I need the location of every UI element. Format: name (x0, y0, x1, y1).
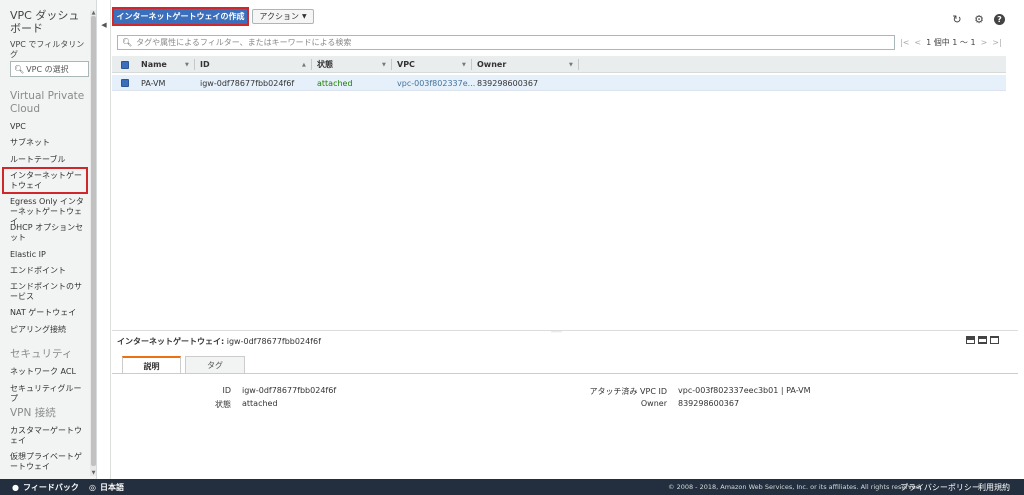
cell-state: attached (317, 78, 353, 88)
privacy-policy-link[interactable]: プライバシーポリシー (900, 479, 980, 495)
sidebar-item-virtual-private-gateway[interactable]: 仮想プライベートゲートウェイ (10, 452, 88, 472)
sidebar-scrollbar[interactable]: ▲ ▼ (90, 10, 96, 476)
divider (110, 0, 111, 479)
page-range: 1 個中 1 ～ 1 (926, 38, 976, 47)
column-header-state[interactable]: 状態 (317, 56, 333, 73)
sidebar-item-network-acl[interactable]: ネットワーク ACL (10, 367, 88, 377)
actions-label: アクション (259, 12, 299, 21)
field-value-id: igw-0df78677fbb024f6f (242, 386, 337, 395)
highlight-box (2, 167, 88, 194)
cell-id: igw-0df78677fbb024f6f (200, 78, 295, 88)
vpc-select[interactable]: 🔍︎ VPC の選択 (10, 61, 89, 77)
column-separator (578, 59, 579, 70)
layout-full-icon[interactable] (990, 336, 999, 344)
search-icon: 🔍︎ (14, 64, 25, 74)
sidebar-item-elastic-ip[interactable]: Elastic IP (10, 250, 88, 260)
detail-title: インターネットゲートウェイ: igw-0df78677fbb024f6f (117, 336, 321, 347)
column-header-name[interactable]: Name (141, 56, 167, 73)
column-header-id[interactable]: ID (200, 56, 210, 73)
sidebar-item-endpoint-service[interactable]: エンドポイントのサービス (10, 282, 88, 302)
footer: ● フィードバック ◎ 日本語 © 2008 - 2018, Amazon We… (0, 479, 1024, 495)
field-value-owner: 839298600367 (678, 399, 740, 408)
copyright-text: © 2008 - 2018, Amazon Web Services, Inc.… (668, 483, 923, 491)
field-value-state: attached (242, 399, 278, 408)
sidebar: VPC ダッシュボード VPC でフィルタリング 🔍︎ VPC の選択 Virt… (0, 0, 97, 479)
detail-title-label: インターネットゲートウェイ: (117, 337, 225, 346)
section-vpn: VPN 接続 (10, 407, 56, 419)
row-checkbox[interactable] (121, 79, 129, 87)
chat-bubble-icon: ● (12, 482, 19, 492)
sidebar-item-vpc[interactable]: VPC (10, 122, 88, 132)
cell-name: PA-VM (141, 78, 166, 88)
actions-button[interactable]: アクション ▼ (252, 9, 314, 24)
create-internet-gateway-button[interactable]: インターネットゲートウェイの作成 (112, 7, 249, 26)
column-header-vpc[interactable]: VPC (397, 56, 415, 73)
next-page-icon[interactable]: > (981, 38, 988, 47)
column-separator (471, 59, 472, 70)
language-label: 日本語 (99, 482, 124, 492)
sidebar-title[interactable]: VPC ダッシュボード (10, 9, 88, 35)
column-header-owner[interactable]: Owner (477, 56, 506, 73)
sort-icon[interactable]: ▼ (462, 62, 466, 68)
sort-asc-icon[interactable]: ▲ (302, 62, 306, 68)
vpc-select-label: VPC の選択 (26, 64, 69, 74)
layout-split-icon[interactable] (978, 336, 987, 344)
scroll-down-icon[interactable]: ▼ (90, 470, 96, 476)
tab-description[interactable]: 説明 (122, 356, 181, 374)
terms-link[interactable]: 利用規約 (978, 479, 1010, 495)
tab-tags[interactable]: タグ (185, 356, 245, 374)
tab-divider (112, 373, 1018, 374)
sidebar-item-dhcp[interactable]: DHCP オプションセット (10, 223, 88, 243)
scroll-thumb[interactable] (91, 16, 96, 466)
field-label-vpc-id: アタッチ済み VPC ID (589, 387, 668, 396)
search-placeholder: タグや属性によるフィルター、またはキーワードによる検索 (136, 38, 352, 47)
refresh-icon[interactable]: ↻ (951, 14, 963, 26)
sidebar-item-nat-gateway[interactable]: NAT ゲートウェイ (10, 308, 88, 318)
collapse-sidebar-icon[interactable]: ◀ (99, 18, 109, 32)
search-icon: 🔍︎ (122, 38, 133, 47)
feedback-label: フィードバック (22, 482, 79, 492)
field-label-owner: Owner (640, 399, 667, 408)
sidebar-item-security-group[interactable]: セキュリティグループ (10, 384, 88, 404)
field-label-id: ID (222, 386, 231, 395)
chevron-down-icon: ▼ (301, 13, 307, 20)
sidebar-item-peering[interactable]: ピアリング接続 (10, 325, 88, 335)
detail-title-value: igw-0df78677fbb024f6f (226, 337, 321, 346)
search-filter-input[interactable]: 🔍︎ タグや属性によるフィルター、またはキーワードによる検索 (117, 35, 895, 50)
layout-bottom-icon[interactable] (966, 336, 975, 344)
pagination: |< < 1 個中 1 ～ 1 > >| (900, 35, 1005, 50)
vpc-filter-label: VPC でフィルタリング (10, 40, 85, 59)
field-value-vpc-id[interactable]: vpc-003f802337eec3b01 | PA-VM (678, 386, 811, 395)
select-all-checkbox[interactable] (121, 61, 129, 69)
sort-icon[interactable]: ▼ (382, 62, 386, 68)
field-label-state: 状態 (215, 400, 231, 409)
sort-icon[interactable]: ▼ (185, 62, 189, 68)
last-page-icon[interactable]: >| (992, 38, 1001, 47)
language-selector[interactable]: ◎ 日本語 (89, 479, 124, 495)
first-page-icon[interactable]: |< (900, 38, 909, 47)
sidebar-item-customer-gateway[interactable]: カスタマーゲートウェイ (10, 426, 88, 446)
column-separator (311, 59, 312, 70)
pane-layout-controls (966, 336, 999, 344)
sort-icon[interactable]: ▼ (569, 62, 573, 68)
help-icon[interactable]: ? (994, 14, 1005, 25)
cell-owner: 839298600367 (477, 78, 539, 88)
cell-vpc-link[interactable]: vpc-003f802337e... (397, 75, 475, 91)
sidebar-item-route-table[interactable]: ルートテーブル (10, 155, 88, 165)
column-separator (391, 59, 392, 70)
prev-page-icon[interactable]: < (914, 38, 921, 47)
table-header: Name ▼ ID ▲ 状態 ▼ VPC ▼ Owner ▼ (112, 56, 1006, 73)
section-security: セキュリティ (10, 348, 73, 360)
column-separator (194, 59, 195, 70)
section-vpc: Virtual Private Cloud (10, 90, 85, 115)
drag-handle-icon[interactable]: ┈┈┈ (551, 330, 562, 336)
table-row[interactable]: PA-VM igw-0df78677fbb024f6f attached vpc… (112, 75, 1006, 91)
globe-icon: ◎ (89, 482, 96, 492)
feedback-link[interactable]: ● フィードバック (12, 479, 79, 495)
gear-icon[interactable]: ⚙ (973, 14, 985, 26)
sidebar-item-subnet[interactable]: サブネット (10, 138, 88, 148)
pane-splitter[interactable] (112, 330, 1018, 331)
sidebar-item-endpoint[interactable]: エンドポイント (10, 266, 88, 276)
